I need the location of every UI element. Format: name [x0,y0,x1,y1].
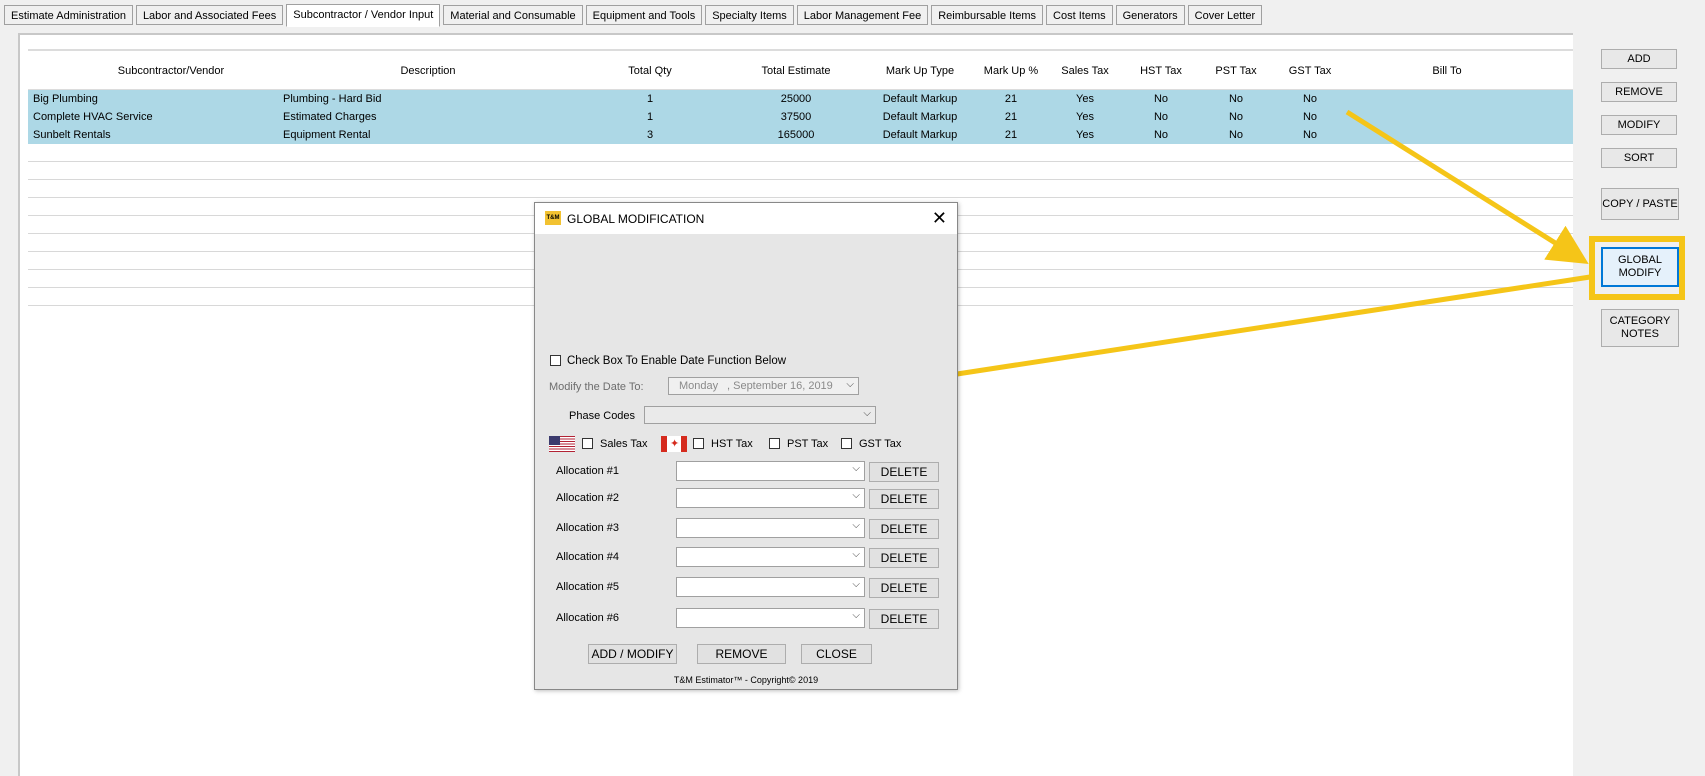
canada-flag-icon: ✦ [661,436,687,452]
phase-codes-label: Phase Codes [569,410,636,422]
app-logo-icon: T&M [545,211,561,225]
allocation-label: Allocation #6 [556,612,619,624]
hst-tax-label: HST Tax [711,438,753,450]
chevron-down-icon: ⌵ [852,549,860,560]
gst-tax-label: GST Tax [859,438,902,450]
pst-tax-label: PST Tax [787,438,829,450]
date-checkbox-label: Check Box To Enable Date Function Below [567,355,787,367]
close-icon[interactable]: ✕ [932,208,947,229]
chevron-down-icon: ⌵ [852,463,860,474]
chevron-down-icon: ⌵ [852,520,860,531]
dialog-remove-button[interactable]: REMOVE [697,644,786,664]
allocation-3-delete-button[interactable]: DELETE [869,519,939,539]
date-label: Modify the Date To: [549,381,644,393]
allocation-6-select[interactable]: ⌵ [676,608,865,628]
sales-tax-checkbox[interactable] [582,438,593,449]
allocation-4-select[interactable]: ⌵ [676,547,865,567]
copyright-text: T&M Estimator™ - Copyright© 2019 [673,675,819,685]
dialog-close-button[interactable]: CLOSE [801,644,872,664]
gst-tax-checkbox[interactable] [841,438,852,449]
arrow-to-global-modify [1345,109,1589,264]
date-day: Monday [679,380,719,392]
allocation-2-select[interactable]: ⌵ [676,488,865,508]
chevron-down-icon: ⌵ [863,408,871,419]
global-modification-dialog: T&M GLOBAL MODIFICATION ✕ Check Box To E… [534,202,958,690]
arrow-to-date-field [890,274,1591,398]
allocation-4-delete-button[interactable]: DELETE [869,548,939,568]
date-picker[interactable]: Monday , September 16, 2019 ⌵ [668,377,859,395]
allocation-label: Allocation #4 [556,551,619,563]
hst-tax-checkbox[interactable] [693,438,704,449]
allocation-6-delete-button[interactable]: DELETE [869,609,939,629]
allocation-label: Allocation #2 [556,492,619,504]
allocation-2-delete-button[interactable]: DELETE [869,489,939,509]
allocation-5-select[interactable]: ⌵ [676,577,865,597]
pst-tax-checkbox[interactable] [769,438,780,449]
chevron-down-icon: ⌵ [846,379,854,390]
chevron-down-icon: ⌵ [852,610,860,621]
dialog-title: GLOBAL MODIFICATION [567,212,705,226]
allocation-label: Allocation #1 [556,465,619,477]
allocation-5-delete-button[interactable]: DELETE [869,578,939,598]
dialog-titlebar: T&M GLOBAL MODIFICATION ✕ [535,203,957,234]
sales-tax-label: Sales Tax [600,438,648,450]
allocation-label: Allocation #5 [556,581,619,593]
date-enable-checkbox[interactable] [550,355,561,366]
us-flag-icon [549,436,575,452]
chevron-down-icon: ⌵ [852,490,860,501]
phase-codes-select[interactable]: ⌵ [644,406,876,424]
allocation-label: Allocation #3 [556,522,619,534]
add-modify-button[interactable]: ADD / MODIFY [588,644,677,664]
allocation-1-delete-button[interactable]: DELETE [869,462,939,482]
date-value: , September 16, 2019 [727,380,833,392]
allocation-3-select[interactable]: ⌵ [676,518,865,538]
chevron-down-icon: ⌵ [852,579,860,590]
allocation-1-select[interactable]: ⌵ [676,461,865,481]
